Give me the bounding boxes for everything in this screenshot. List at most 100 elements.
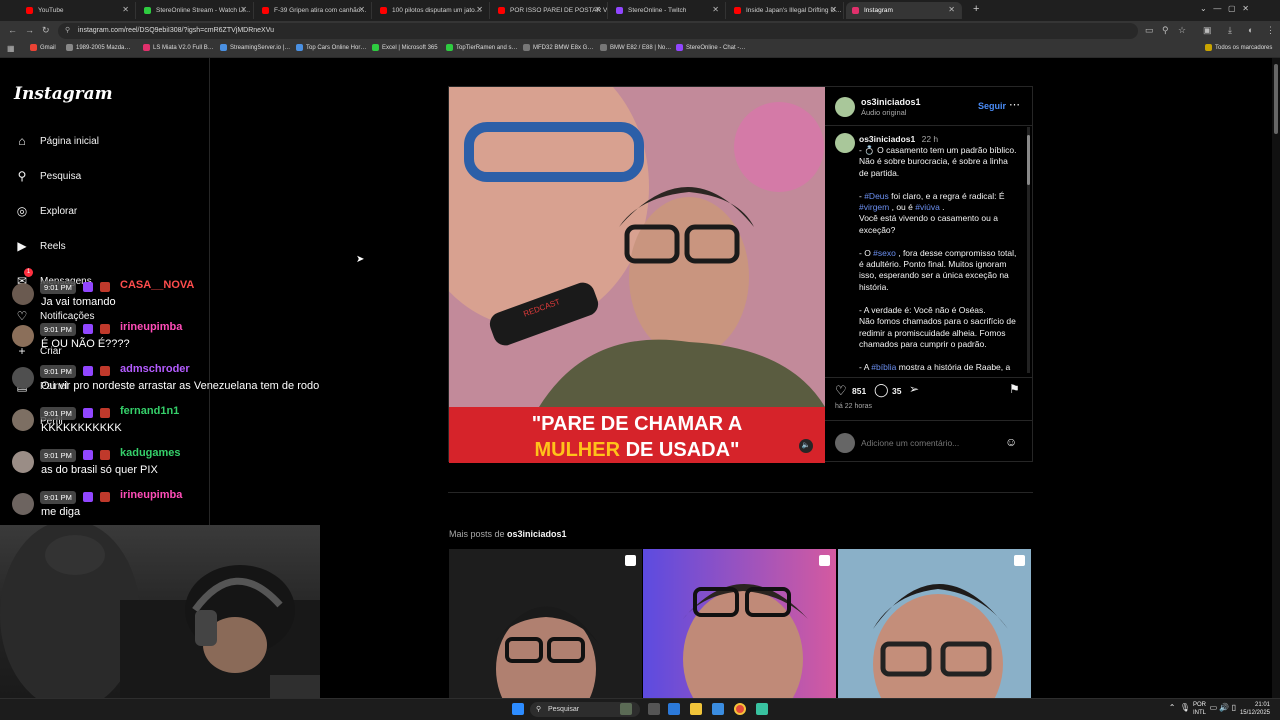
profile-icon[interactable]: ◐ <box>1248 25 1253 35</box>
browser-tab[interactable]: 100 pilotos disputam um jato… ✕ <box>374 2 490 19</box>
close-tab-icon[interactable]: ✕ <box>358 5 365 14</box>
hashtag-link[interactable]: #viúva <box>915 202 940 212</box>
comment-icon[interactable]: ◯ <box>874 382 889 398</box>
hashtag-link[interactable]: #bíblia <box>871 362 896 372</box>
instagram-logo[interactable]: Instagram <box>14 84 113 104</box>
all-bookmarks[interactable]: Todos os marcadores <box>1205 44 1272 51</box>
notepad-icon[interactable] <box>756 703 768 715</box>
bookmark-item[interactable]: LS Miata V2.0 Full B… <box>143 44 214 51</box>
chat-username[interactable]: CASA__NOVA <box>120 279 194 291</box>
chat-username[interactable]: irineupimba <box>120 489 182 501</box>
windows-start-icon[interactable] <box>512 703 524 715</box>
tray-icons[interactable]: ⌃ 🎙 <box>1169 704 1190 712</box>
page-scrollbar[interactable] <box>1272 58 1280 698</box>
bookmark-item[interactable]: BMW E82 / E88 | No… <box>600 44 671 51</box>
more-options-icon[interactable]: ⋯ <box>1009 98 1020 111</box>
chat-username[interactable]: fernand1n1 <box>120 405 179 417</box>
more-post-thumb-2[interactable] <box>643 549 836 698</box>
caption-author-avatar[interactable] <box>835 133 855 153</box>
bookmark-item[interactable]: Excel | Microsoft 365 <box>372 44 438 51</box>
browser-tab[interactable]: YouTube ✕ <box>20 2 136 19</box>
store-icon[interactable] <box>712 703 724 715</box>
comment-count[interactable]: 35 <box>892 386 901 396</box>
mute-icon[interactable]: 🔈 <box>799 439 813 453</box>
keyboard-language[interactable]: POR INTL <box>1193 701 1206 717</box>
close-tab-icon[interactable]: ✕ <box>476 5 483 14</box>
bookmark-item[interactable]: 1989-2005 Mazda… <box>66 44 130 51</box>
window-controls[interactable]: ⌄ — ▢ ✕ <box>1200 4 1249 13</box>
forward-icon[interactable]: → <box>25 25 34 35</box>
menu-icon[interactable]: ⋮ <box>1266 25 1275 36</box>
new-tab-button[interactable]: + <box>973 3 979 15</box>
browser-tab[interactable]: Inside Japan's Illegal Drifting U… ✕ <box>728 2 844 19</box>
caption-scroll-thumb[interactable] <box>1027 135 1030 185</box>
emoji-icon[interactable]: ☺ <box>1005 435 1017 449</box>
hashtag-link[interactable]: #virgem <box>859 202 889 212</box>
page-scroll-thumb[interactable] <box>1274 64 1278 134</box>
chrome-icon[interactable] <box>734 703 746 715</box>
sidebar-item-reels[interactable]: ▶ Reels <box>14 237 65 255</box>
cast-icon[interactable]: ▭ <box>1145 25 1154 36</box>
hashtag-link[interactable]: #Deus <box>864 191 889 201</box>
download-icon[interactable]: ⤓ <box>1228 25 1232 36</box>
like-count[interactable]: 851 <box>852 386 866 396</box>
sidebar-item-pesquisa[interactable]: ⚲ Pesquisa <box>14 167 82 185</box>
bookmark-item[interactable]: Gmail <box>30 44 56 51</box>
close-tab-icon[interactable]: ✕ <box>594 5 601 14</box>
author-username[interactable]: os3iniciados1 <box>861 97 921 107</box>
extensions-icon[interactable]: ▣ <box>1203 25 1212 36</box>
more-post-thumb-1[interactable] <box>449 549 642 698</box>
posted-time: há 22 horas <box>835 403 872 410</box>
reel-icon <box>625 555 636 566</box>
bookmark-item[interactable]: TopTierRamen and s… <box>446 44 517 51</box>
bookmark-item[interactable]: Top Cars Online Hor… <box>296 44 366 51</box>
browser-tab[interactable]: POR ISSO PAREI DE POSTAR VÍ… ✕ <box>492 2 608 19</box>
close-tab-icon[interactable]: ✕ <box>948 5 955 14</box>
widget-icon[interactable] <box>620 703 632 715</box>
windows-taskbar: ⚲ Pesquisar ⌃ 🎙 POR INTL ▭ 🔊 ▯ 21:01 15/12… <box>0 698 1280 720</box>
bookmark-item[interactable]: StereOnline - Chat -… <box>676 44 745 51</box>
caption-username[interactable]: os3iniciados1 <box>859 134 915 144</box>
reel-video[interactable]: REDCAST "PARE DE CHAMAR A MULHER DE USAD… <box>449 87 825 463</box>
bookmark-favicon <box>676 44 683 51</box>
browser-tab[interactable]: F-39 Gripen atira com canhão… ✕ <box>256 2 372 19</box>
clock[interactable]: 21:01 15/12/2025 <box>1238 701 1270 717</box>
share-icon[interactable]: ➢ <box>909 382 919 396</box>
site-info-icon[interactable]: ⚲ <box>65 23 70 39</box>
close-tab-icon[interactable]: ✕ <box>830 5 837 14</box>
browser-tab[interactable]: Instagram ✕ <box>846 2 962 19</box>
like-icon[interactable]: ♡ <box>835 383 847 399</box>
chat-username[interactable]: kadugames <box>120 447 181 459</box>
audio-label[interactable]: Áudio original <box>861 108 906 117</box>
more-post-thumb-3[interactable] <box>838 549 1031 698</box>
close-tab-icon[interactable]: ✕ <box>122 5 129 14</box>
back-icon[interactable]: ← <box>8 25 17 35</box>
apps-icon[interactable]: ▦ <box>7 44 15 53</box>
comment-input[interactable] <box>861 436 1001 450</box>
caption-header: os3iniciados1 22 h <box>859 134 938 144</box>
author-avatar[interactable] <box>835 97 855 117</box>
caption-scrollbar[interactable] <box>1027 127 1030 373</box>
network-volume-battery-icons[interactable]: ▭ 🔊 ▯ <box>1210 704 1236 712</box>
close-tab-icon[interactable]: ✕ <box>240 5 247 14</box>
chat-username[interactable]: irineupimba <box>120 321 182 333</box>
browser-tab[interactable]: StereOnline - Twitch ✕ <box>610 2 726 19</box>
chat-username[interactable]: admschroder <box>120 363 190 375</box>
follow-button[interactable]: Seguir <box>978 101 1006 111</box>
sidebar-item-pagina-inicial[interactable]: ⌂ Página inicial <box>14 132 99 150</box>
hashtag-link[interactable]: #sexo <box>873 248 896 258</box>
url-input[interactable]: ⚲ instagram.com/reel/DSQ9ebiI308/?igsh=c… <box>58 23 1138 39</box>
close-tab-icon[interactable]: ✕ <box>712 5 719 14</box>
more-posts-username[interactable]: os3iniciados1 <box>507 529 567 539</box>
bookmark-item[interactable]: MFD32 BMW E8x G… <box>523 44 593 51</box>
save-icon[interactable]: ⚑ <box>1009 382 1020 396</box>
task-view-icon[interactable] <box>648 703 660 715</box>
browser-tab[interactable]: StereOnline Stream - Watch Li… ✕ <box>138 2 254 19</box>
copilot-icon[interactable] <box>668 703 680 715</box>
reload-icon[interactable]: ↻ <box>42 25 50 36</box>
bookmark-item[interactable]: StreamingServer.io |… <box>220 44 290 51</box>
star-icon[interactable]: ☆ <box>1178 25 1186 36</box>
file-explorer-icon[interactable] <box>690 703 702 715</box>
zoom-icon[interactable]: ⚲ <box>1162 25 1169 36</box>
sidebar-item-explorar[interactable]: ◎ Explorar <box>14 202 78 220</box>
